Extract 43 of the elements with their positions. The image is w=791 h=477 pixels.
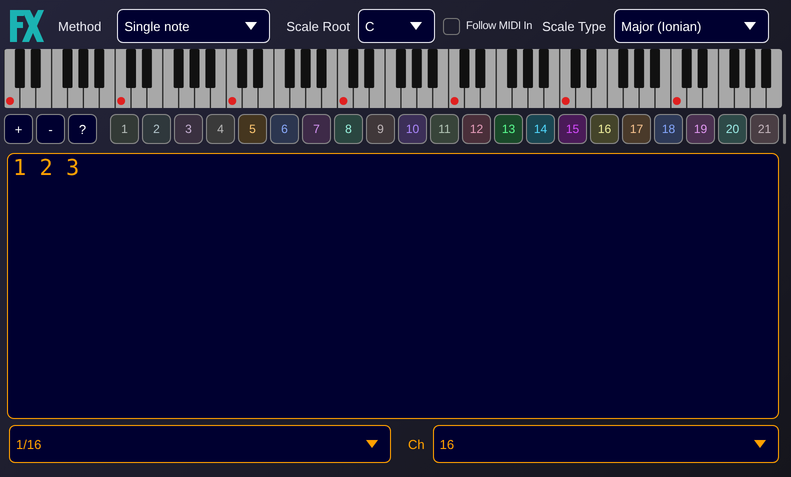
- pattern-button[interactable]: 13: [494, 114, 523, 144]
- caret-icon: [744, 22, 756, 30]
- scrollbar-thumb[interactable]: [783, 114, 786, 144]
- caret-icon: [245, 22, 258, 30]
- pattern-button[interactable]: 12: [462, 114, 491, 144]
- pattern-button[interactable]: 8: [334, 114, 363, 144]
- pattern-button[interactable]: 14: [526, 114, 555, 144]
- pattern-button[interactable]: 9: [366, 114, 395, 144]
- pattern-button[interactable]: 4: [206, 114, 235, 144]
- pattern-button[interactable]: 2: [142, 114, 171, 144]
- pattern-button[interactable]: 16: [590, 114, 619, 144]
- scale-type-label: Scale Type: [542, 18, 606, 34]
- pattern-button[interactable]: 17: [622, 114, 651, 144]
- pattern-button[interactable]: 10: [398, 114, 427, 144]
- action-button[interactable]: +: [4, 114, 33, 144]
- channel-label: Ch: [408, 436, 425, 452]
- division-dropdown[interactable]: 1/16: [9, 425, 391, 463]
- method-dropdown[interactable]: Single note: [117, 9, 270, 43]
- pattern-button[interactable]: 19: [686, 114, 715, 144]
- pattern-button[interactable]: 1: [110, 114, 139, 144]
- pattern-button[interactable]: 15: [558, 114, 587, 144]
- pattern-button[interactable]: 3: [174, 114, 203, 144]
- scale-type-dropdown[interactable]: Major (Ionian): [614, 9, 770, 43]
- follow-midi-checkbox[interactable]: [442, 18, 460, 34]
- caret-icon: [366, 440, 378, 448]
- action-button[interactable]: -: [36, 114, 65, 144]
- pattern-button[interactable]: 21: [750, 114, 779, 144]
- method-label: Method: [58, 18, 102, 34]
- piano-keyboard[interactable]: [4, 49, 782, 108]
- scale-root-label: Scale Root: [286, 18, 350, 34]
- scale-root-dropdown[interactable]: C: [358, 9, 435, 43]
- pattern-button[interactable]: 6: [270, 114, 299, 144]
- text-editor[interactable]: 1 2 3: [7, 153, 779, 419]
- pattern-button[interactable]: 7: [302, 114, 331, 144]
- caret-icon: [754, 440, 766, 448]
- pattern-button[interactable]: 5: [238, 114, 267, 144]
- follow-midi-label: Follow MIDI In: [466, 20, 532, 32]
- channel-dropdown[interactable]: 16: [432, 425, 779, 463]
- action-button[interactable]: ?: [68, 114, 97, 144]
- pattern-button[interactable]: 18: [654, 114, 683, 144]
- pattern-button[interactable]: 20: [718, 114, 747, 144]
- caret-icon: [410, 22, 422, 30]
- pattern-button[interactable]: 11: [430, 114, 459, 144]
